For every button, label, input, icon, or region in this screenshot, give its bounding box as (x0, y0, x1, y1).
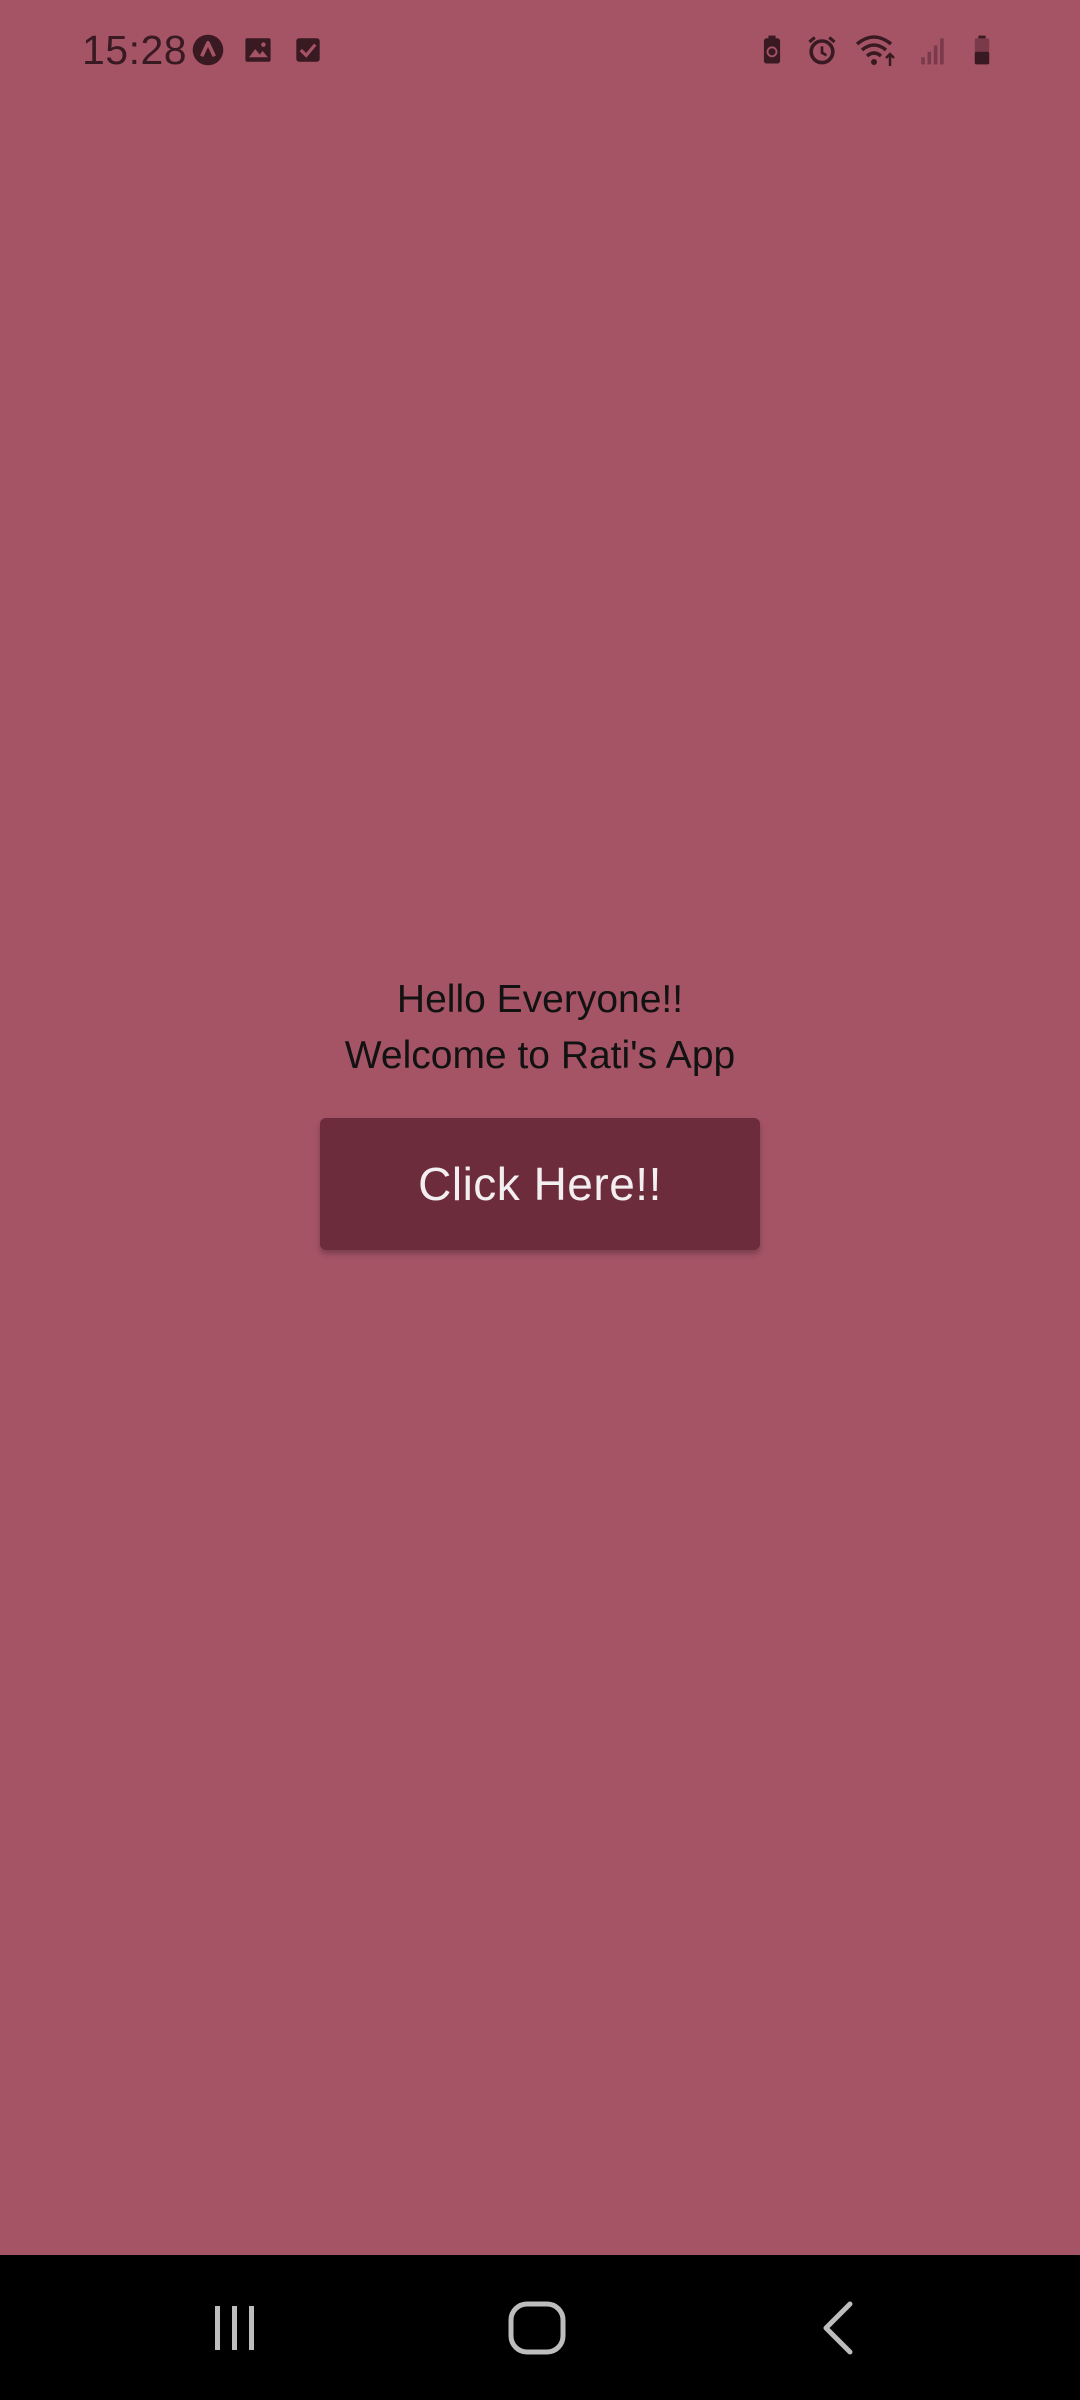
recents-icon (215, 2305, 254, 2350)
back-icon (823, 2301, 853, 2354)
signal-icon (921, 38, 944, 65)
status-bar: 15:28 (0, 0, 1080, 100)
home-icon (508, 2301, 566, 2354)
status-system-icons (754, 30, 1000, 70)
battery-icon (974, 35, 990, 65)
checkbox-icon (296, 38, 320, 62)
click-here-button[interactable]: Click Here!! (320, 1118, 760, 1250)
status-time: 15:28 (82, 27, 188, 73)
wifi-icon (855, 35, 895, 66)
battery-saver-icon (763, 35, 781, 64)
welcome-text-block: Hello Everyone!! Welcome to Rati's App (0, 972, 1080, 1084)
status-notification-icons (190, 30, 326, 70)
app-notification-icon (192, 34, 224, 66)
app-screen: 15:28 Hello Everyone!! Welcome to Rati's… (0, 0, 1080, 2400)
greeting-text: Hello Everyone!! (396, 978, 684, 1021)
navigation-bar (0, 2255, 1080, 2400)
alarm-icon (808, 36, 836, 65)
welcome-text: Welcome to Rati's App (344, 1034, 736, 1077)
back-button[interactable] (750, 2255, 930, 2400)
recents-button[interactable] (145, 2255, 325, 2400)
home-button[interactable] (447, 2255, 627, 2400)
gallery-icon (245, 38, 271, 62)
